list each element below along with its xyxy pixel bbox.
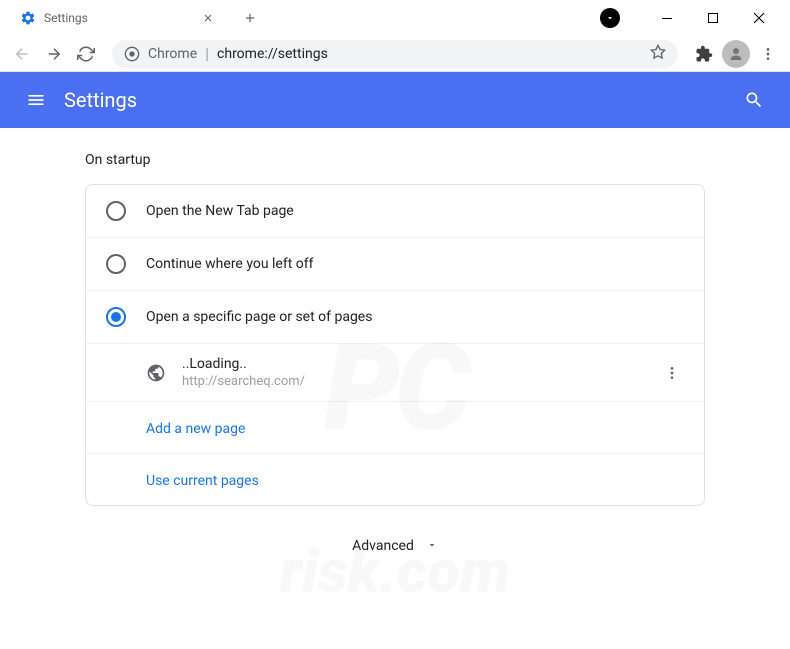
menu-icon[interactable] [754,40,782,68]
radio-label: Continue where you left off [146,256,314,272]
address-bar[interactable]: Chrome | chrome://settings [112,40,678,68]
globe-icon [146,363,166,383]
radio-label: Open a specific page or set of pages [146,309,372,325]
startup-page-item: ..Loading.. http://searcheq.com/ [86,344,704,402]
content-scroll[interactable]: PC risk.com On startup Open the New Tab … [0,128,790,649]
search-icon[interactable] [734,80,774,120]
hamburger-menu-icon[interactable] [16,80,56,120]
extensions-icon[interactable] [690,40,718,68]
chevron-down-icon [426,536,438,555]
reload-button[interactable] [72,40,100,68]
page-title: Settings [64,88,137,112]
url-separator: | [205,44,209,63]
settings-content: On startup Open the New Tab page Continu… [45,128,745,609]
radio-specific-page[interactable]: Open a specific page or set of pages [86,291,704,344]
settings-header: Settings [0,72,790,128]
url-scheme: Chrome [148,46,197,62]
browser-tab[interactable]: Settings [8,1,228,35]
link-label: Add a new page [146,421,245,437]
more-actions-icon[interactable] [660,361,684,385]
advanced-toggle[interactable]: Advanced [85,506,705,585]
link-label: Use current pages [146,473,259,489]
page-url-text: http://searcheq.com/ [182,374,660,389]
radio-new-tab[interactable]: Open the New Tab page [86,185,704,238]
startup-card: Open the New Tab page Continue where you… [85,184,705,506]
tab-strip: Settings [0,0,630,36]
radio-icon [106,254,126,274]
bookmark-star-icon[interactable] [650,44,666,64]
chrome-icon [124,46,140,62]
radio-label: Open the New Tab page [146,203,294,219]
media-control-icon[interactable] [600,8,620,28]
radio-icon [106,201,126,221]
radio-icon [106,307,126,327]
tab-title: Settings [44,11,192,25]
url-text: chrome://settings [217,46,328,62]
profile-avatar[interactable] [722,40,750,68]
page-title-text: ..Loading.. [182,356,660,372]
use-current-pages-link[interactable]: Use current pages [86,454,704,505]
close-icon[interactable] [200,10,216,26]
close-button[interactable] [736,0,782,36]
page-info: ..Loading.. http://searcheq.com/ [182,356,660,389]
add-new-page-link[interactable]: Add a new page [86,402,704,454]
toolbar: Chrome | chrome://settings [0,36,790,72]
new-tab-button[interactable] [236,4,264,32]
maximize-button[interactable] [690,0,736,36]
minimize-button[interactable] [644,0,690,36]
gear-icon [20,10,36,26]
forward-button[interactable] [40,40,68,68]
advanced-label: Advanced [352,538,414,554]
section-title: On startup [85,152,705,168]
radio-continue[interactable]: Continue where you left off [86,238,704,291]
back-button[interactable] [8,40,36,68]
